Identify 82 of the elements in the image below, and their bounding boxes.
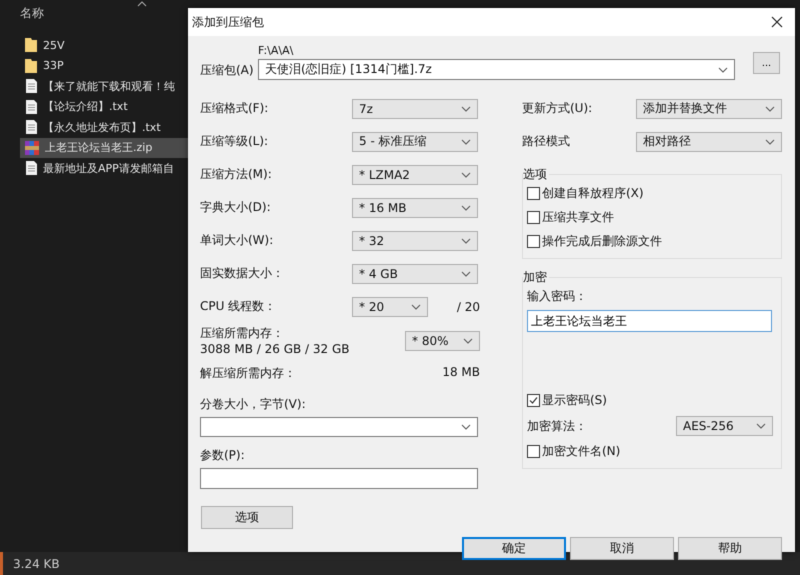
checkbox[interactable] bbox=[527, 235, 540, 248]
checkbox-label[interactable]: 操作完成后删除源文件 bbox=[542, 233, 662, 250]
setting-dropdown[interactable]: * 4 GB bbox=[352, 264, 478, 284]
encryption-method-dropdown[interactable]: AES-256 bbox=[676, 416, 773, 436]
chevron-icon bbox=[461, 424, 471, 430]
encryption-method-label: 加密算法： bbox=[527, 418, 587, 434]
setting-dropdown[interactable]: 7z bbox=[352, 98, 478, 118]
checkbox-label[interactable]: 创建自释放程序(X) bbox=[542, 185, 644, 202]
setting-dropdown[interactable]: * 32 bbox=[352, 230, 478, 250]
path-mode-dropdown[interactable]: 相对路径 bbox=[636, 132, 782, 152]
checkbox-label[interactable]: 压缩共享文件 bbox=[542, 209, 614, 226]
chevron-icon bbox=[765, 138, 775, 144]
options-button[interactable]: 选项 bbox=[201, 506, 293, 529]
chevron-icon bbox=[461, 106, 471, 112]
chevron-icon bbox=[765, 106, 775, 112]
file-item[interactable]: 最新地址及APP请发邮箱自 bbox=[20, 158, 188, 178]
file-item[interactable]: 25V bbox=[20, 35, 188, 56]
sort-icon[interactable] bbox=[137, 1, 147, 7]
chevron-icon bbox=[756, 423, 766, 429]
browse-button[interactable]: ... bbox=[753, 52, 780, 74]
chevron-icon bbox=[718, 66, 728, 72]
update-mode-dropdown[interactable]: 添加并替换文件 bbox=[636, 98, 782, 118]
dialog-button[interactable]: 帮助 bbox=[678, 537, 782, 560]
archive-name-field[interactable]: 天使泪(恋旧症) [1314门槛].7z bbox=[258, 59, 735, 80]
setting-label: 单词大小(W): bbox=[200, 232, 274, 249]
path-mode-label: 路径模式 bbox=[522, 133, 571, 150]
dialog-button[interactable]: 确定 bbox=[462, 537, 566, 560]
memory-label: 压缩所需内存： bbox=[200, 325, 285, 342]
setting-dropdown[interactable]: 5 - 标准压缩 bbox=[352, 132, 478, 152]
memory-detail: 3088 MB / 26 GB / 32 GB bbox=[200, 342, 350, 356]
document-icon bbox=[24, 160, 38, 176]
password-field[interactable]: 上老王论坛当老王 bbox=[527, 310, 772, 332]
checkbox-label[interactable]: 加密文件名(N) bbox=[542, 443, 620, 460]
password-label: 输入密码： bbox=[527, 288, 588, 305]
decompress-memory-value: 18 MB bbox=[442, 365, 480, 381]
chevron-icon bbox=[461, 172, 471, 178]
window-title: 添加到压缩包 bbox=[192, 14, 264, 30]
folder-icon bbox=[24, 58, 38, 74]
volume-label: 分卷大小，字节(V): bbox=[200, 396, 307, 413]
checkbox-label[interactable]: 显示密码(S) bbox=[542, 392, 607, 409]
file-item[interactable]: 【永久地址发布页】.txt bbox=[20, 117, 188, 138]
setting-dropdown[interactable]: * 16 MB bbox=[352, 198, 478, 218]
checkbox[interactable] bbox=[527, 394, 540, 407]
checkbox[interactable] bbox=[527, 211, 540, 224]
file-size: 3.24 KB bbox=[13, 556, 60, 570]
setting-label: 字典大小(D): bbox=[200, 199, 272, 216]
checkbox[interactable] bbox=[527, 187, 540, 200]
document-icon bbox=[24, 119, 38, 136]
document-icon bbox=[24, 78, 38, 94]
update-mode-label: 更新方式(U): bbox=[522, 100, 594, 117]
chevron-icon bbox=[411, 304, 421, 310]
setting-label: 压缩等级(L): bbox=[200, 133, 270, 150]
setting-dropdown[interactable]: * 20 bbox=[352, 296, 428, 316]
folder-icon bbox=[24, 37, 38, 54]
setting-label: CPU 线程数： bbox=[200, 298, 278, 315]
file-item[interactable]: 【论坛介绍】.txt bbox=[20, 96, 188, 117]
group-title: 选项 bbox=[523, 166, 549, 183]
archive-path: F:\A\A\ bbox=[258, 44, 294, 57]
close-icon[interactable] bbox=[771, 16, 783, 28]
archive-label: 压缩包(A) bbox=[200, 62, 255, 79]
chevron-icon bbox=[461, 204, 471, 210]
parameters-field[interactable] bbox=[200, 468, 478, 489]
setting-label: 固实数据大小： bbox=[200, 265, 285, 282]
volume-size-field[interactable] bbox=[200, 417, 478, 437]
file-item[interactable]: 上老王论坛当老王.zip bbox=[20, 138, 188, 158]
archive-icon bbox=[24, 140, 40, 156]
checkbox[interactable] bbox=[527, 445, 540, 458]
document-icon bbox=[24, 98, 38, 115]
setting-label: 压缩方法(M): bbox=[200, 166, 273, 183]
setting-label: 压缩格式(F): bbox=[200, 100, 270, 117]
chevron-icon bbox=[461, 238, 471, 244]
setting-dropdown[interactable]: * LZMA2 bbox=[352, 164, 478, 184]
file-item[interactable]: 33P bbox=[20, 56, 188, 76]
chevron-icon bbox=[461, 270, 471, 276]
chevron-icon bbox=[461, 138, 471, 144]
decompress-memory-label: 解压缩所需内存： bbox=[200, 365, 296, 382]
memory-dropdown[interactable]: * 80% bbox=[405, 330, 480, 350]
chevron-icon bbox=[463, 338, 473, 344]
parameters-label: 参数(P): bbox=[200, 447, 246, 464]
dialog-button[interactable]: 取消 bbox=[570, 537, 674, 560]
thread-total: / 20 bbox=[456, 300, 480, 314]
file-item[interactable]: 【来了就能下载和观看！纯 bbox=[20, 76, 188, 96]
